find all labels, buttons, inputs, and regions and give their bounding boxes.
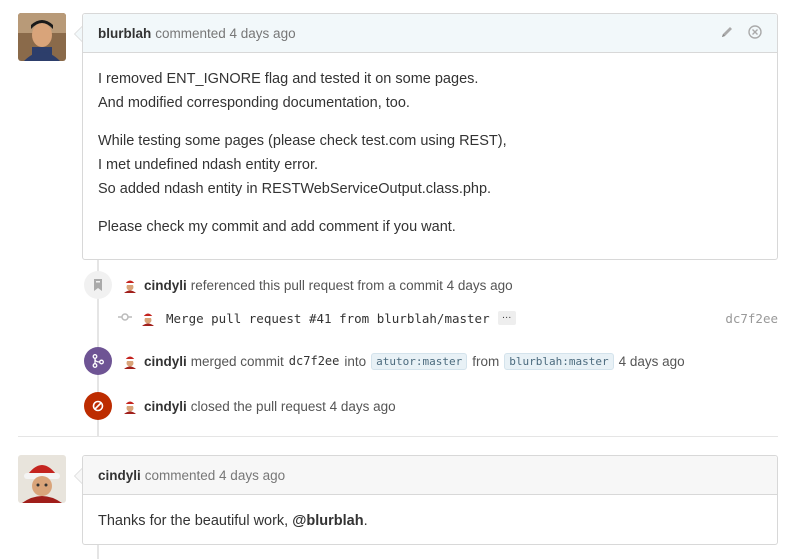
event-time: 4 days ago — [618, 353, 685, 369]
paragraph: While testing some pages (please check t… — [98, 133, 507, 197]
avatar-blurblah[interactable] — [18, 13, 66, 61]
commit-message-link[interactable]: Merge pull request #41 from blurblah/mas… — [166, 311, 490, 326]
delete-close-icon[interactable] — [748, 24, 762, 42]
comment-meta[interactable]: commented 4 days ago — [145, 468, 285, 483]
event-text: into — [344, 353, 367, 369]
event-text: from — [472, 353, 500, 369]
avatar-cindyli-mini[interactable] — [122, 277, 138, 293]
event-referenced: cindyli referenced this pull request fro… — [84, 271, 513, 299]
comment-body: Thanks for the beautiful work, @blurblah… — [83, 495, 777, 539]
event-closed: cindyli closed the pull request 4 days a… — [84, 392, 396, 420]
event-merged: cindyli merged commit dc7f2ee into atuto… — [84, 347, 685, 375]
comment-body: I removed ENT_IGNORE flag and tested it … — [83, 53, 777, 259]
event-text: referenced this pull request from a comm… — [190, 277, 513, 293]
comment-text: . — [363, 513, 368, 529]
comment-text: Thanks for the beautiful work, — [98, 513, 293, 529]
event-author[interactable]: cindyli — [144, 278, 187, 293]
timeline-divider — [18, 436, 778, 437]
comment-author[interactable]: cindyli — [98, 468, 141, 483]
head-branch[interactable]: blurblah:master — [504, 352, 614, 370]
avatar-cindyli[interactable] — [18, 455, 66, 503]
timeline-line — [97, 545, 99, 559]
comment-header: cindyli commented 4 days ago — [74, 456, 777, 495]
edit-pencil-icon[interactable] — [720, 25, 734, 42]
commit-icon — [118, 311, 132, 325]
comment-author[interactable]: blurblah — [98, 26, 151, 41]
event-text: closed the pull request 4 days ago — [190, 398, 396, 414]
comment-meta[interactable]: commented 4 days ago — [155, 26, 295, 41]
comment-caret — [74, 468, 82, 484]
avatar-cindyli-mini[interactable] — [122, 353, 138, 369]
comment-cindyli: cindyli commented 4 days ago Thanks for … — [74, 455, 778, 545]
expand-commit-button[interactable]: … — [497, 311, 516, 325]
commit-sha-link[interactable]: dc7f2ee — [725, 311, 778, 326]
comment-blurblah: blurblah commented 4 days ago I removed … — [74, 13, 778, 260]
closed-pr-icon — [84, 392, 112, 420]
event-author[interactable]: cindyli — [144, 354, 187, 369]
paragraph: Please check my commit and add comment i… — [98, 219, 456, 235]
commit-row: Merge pull request #41 from blurblah/mas… — [118, 307, 778, 329]
base-branch[interactable]: atutor:master — [371, 352, 468, 370]
user-mention-link[interactable]: @blurblah — [292, 513, 363, 529]
avatar-cindyli-mini[interactable] — [140, 310, 156, 326]
comment-header: blurblah commented 4 days ago — [74, 14, 777, 53]
avatar-cindyli-mini[interactable] — [122, 398, 138, 414]
merge-icon — [84, 347, 112, 375]
bookmark-icon — [84, 271, 112, 299]
event-text: merged commit — [190, 353, 284, 369]
paragraph: I removed ENT_IGNORE flag and tested it … — [98, 71, 479, 111]
event-author[interactable]: cindyli — [144, 399, 187, 414]
merged-sha-link[interactable]: dc7f2ee — [289, 354, 340, 368]
comment-caret — [74, 26, 82, 42]
